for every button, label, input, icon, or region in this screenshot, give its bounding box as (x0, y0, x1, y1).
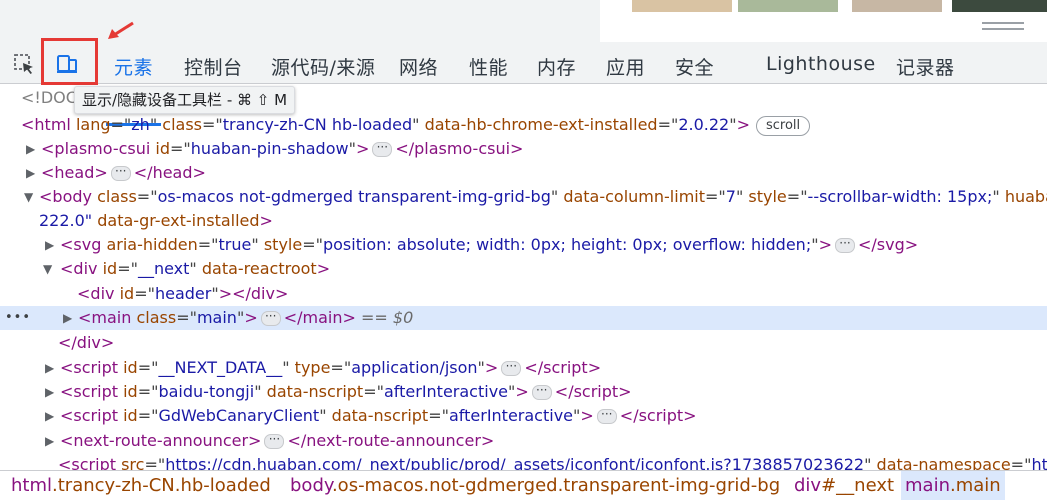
breadcrumb: html.trancy-zh-CN.hb-loaded body.os-maco… (0, 470, 1047, 500)
breadcrumb-div-next[interactable]: div#__next (790, 471, 898, 500)
tree-line-div-header[interactable]: <div id="header"></div> (0, 282, 1047, 306)
expand-arrow-icon[interactable]: ▶ (26, 161, 35, 185)
tree-line-announcer[interactable]: ▶ <next-route-announcer> ··· </next-route-… (0, 429, 1047, 453)
tree-line-script-gd[interactable]: ▶ <script id="GdWebCanaryClient" data-ns… (0, 404, 1047, 428)
thumbnail-image (852, 0, 942, 12)
expand-arrow-icon[interactable]: ▶ (45, 233, 54, 257)
thumbnail-image (632, 0, 732, 12)
ellipsis-icon[interactable]: ··· (834, 237, 855, 253)
route-announcer: <next-route-announcer> ··· </next-route-an… (60, 431, 495, 450)
div-header-element: <div id="header"></div> (77, 284, 289, 303)
collapse-arrow-icon[interactable]: ▼ (43, 257, 52, 281)
breadcrumb-main[interactable]: main.main (901, 471, 1005, 500)
script-gd: <script id="GdWebCanaryClient" data-nscr… (60, 406, 697, 425)
main-element: <main class="main"> ··· </main> == $0 (78, 308, 414, 327)
page-viewport-strip (0, 0, 1047, 42)
tab-security[interactable]: 安全 (675, 53, 714, 80)
dom-tree: <!DOC <html lang="zh" class="trancy-zh-C… (0, 86, 1047, 470)
expand-arrow-icon[interactable]: ▶ (45, 429, 54, 453)
expand-arrow-icon[interactable]: ▶ (63, 306, 72, 330)
expand-arrow-icon[interactable]: ▶ (45, 380, 54, 404)
device-toggle-highlight (41, 38, 98, 85)
tree-line-script-next-data[interactable]: ▶ <script id="__NEXT_DATA__" type="appli… (0, 356, 1047, 380)
doctype-text: <!DOC (21, 88, 77, 107)
collapse-arrow-icon[interactable]: ▼ (24, 185, 33, 209)
page-thumbnails (600, 0, 1047, 42)
body-open-tag-cont: 222.0" data-gr-ext-installed> (39, 211, 273, 230)
expand-arrow-icon[interactable]: ▶ (26, 137, 35, 161)
tab-performance[interactable]: 性能 (469, 53, 508, 80)
tab-elements[interactable]: 元素 (114, 53, 153, 80)
tree-line-html[interactable]: <html lang="zh" class="trancy-zh-CN hb-l… (0, 113, 1047, 137)
resize-handle[interactable] (982, 22, 1024, 34)
tab-console[interactable]: 控制台 (184, 53, 243, 80)
div-close-tag: </div> (58, 333, 115, 352)
tab-network[interactable]: 网络 (399, 53, 438, 80)
thumbnail-image (738, 0, 838, 12)
body-open-tag: <body class="os-macos not-gdmerged trans… (39, 187, 1047, 206)
ellipsis-icon[interactable]: ··· (110, 165, 131, 181)
div-next-open-tag: <div id="__next" data-reactroot> (60, 259, 331, 278)
devtools-toolbar: 元素 控制台 源代码/来源 网络 性能 内存 应用 安全 Lighthouse … (0, 42, 1047, 126)
tree-line-div-close[interactable]: </div> (0, 331, 1047, 355)
ellipsis-icon[interactable]: ··· (260, 310, 281, 326)
ellipsis-icon[interactable]: ··· (501, 360, 522, 376)
tree-line-body-cont[interactable]: 222.0" data-gr-ext-installed> (0, 209, 1047, 233)
ellipsis-icon[interactable]: ··· (596, 408, 617, 424)
ellipsis-icon[interactable]: ··· (531, 384, 552, 400)
tree-line-div-next[interactable]: ▼ <div id="__next" data-reactroot> (0, 257, 1047, 281)
expand-arrow-icon[interactable]: ▶ (45, 404, 54, 428)
tab-recorder[interactable]: 记录器 (896, 53, 955, 80)
html-open-tag: <html lang="zh" class="trancy-zh-CN hb-l… (21, 113, 811, 137)
head-element: <head> ··· </head> (41, 163, 206, 182)
tree-line-script-src[interactable]: <script src="https://cdn.huaban.com/_nex… (0, 453, 1047, 470)
tab-sources[interactable]: 源代码/来源 (271, 53, 375, 80)
tree-line-body[interactable]: ▼ <body class="os-macos not-gdmerged tra… (0, 185, 1047, 209)
thumbnail-image (952, 0, 1047, 12)
breadcrumb-html[interactable]: html.trancy-zh-CN.hb-loaded (7, 471, 275, 500)
element-picker-icon[interactable] (13, 53, 35, 75)
svg-element: <svg aria-hidden="true" style="position:… (60, 235, 919, 254)
plasmo-element: <plasmo-csui id="huaban-pin-shadow"> ··· <… (41, 139, 524, 158)
script-baidu: <script id="baidu-tongji" data-nscript="… (60, 382, 632, 401)
ellipsis-icon[interactable]: ··· (264, 433, 285, 449)
scroll-badge[interactable]: scroll (756, 115, 811, 136)
device-toolbar-tooltip: 显示/隐藏设备工具栏 - ⌘ ⇧ M (74, 86, 296, 114)
script-iconfont: <script src="https://cdn.huaban.com/_nex… (58, 455, 1047, 470)
more-options-icon[interactable]: ••• (5, 306, 31, 330)
tree-line-svg[interactable]: ▶ <svg aria-hidden="true" style="positio… (0, 233, 1047, 257)
tab-memory[interactable]: 内存 (537, 53, 576, 80)
selected-node-marker: == $0 (361, 308, 414, 327)
tab-application[interactable]: 应用 (606, 53, 645, 80)
tree-line-main-selected[interactable]: ••• ▶ <main class="main"> ··· </main> == $… (0, 306, 1047, 330)
tab-lighthouse[interactable]: Lighthouse (766, 53, 876, 75)
tree-line-plasmo[interactable]: ▶ <plasmo-csui id="huaban-pin-shadow"> ··… (0, 137, 1047, 161)
tree-line-script-baidu[interactable]: ▶ <script id="baidu-tongji" data-nscript… (0, 380, 1047, 404)
expand-arrow-icon[interactable]: ▶ (45, 356, 54, 380)
breadcrumb-body[interactable]: body.os-macos.not-gdmerged.transparent-i… (286, 471, 784, 500)
red-arrow-annotation (108, 21, 134, 39)
script-next-data: <script id="__NEXT_DATA__" type="applica… (60, 358, 602, 377)
tree-line-head[interactable]: ▶ <head> ··· </head> (0, 161, 1047, 185)
ellipsis-icon[interactable]: ··· (372, 141, 393, 157)
